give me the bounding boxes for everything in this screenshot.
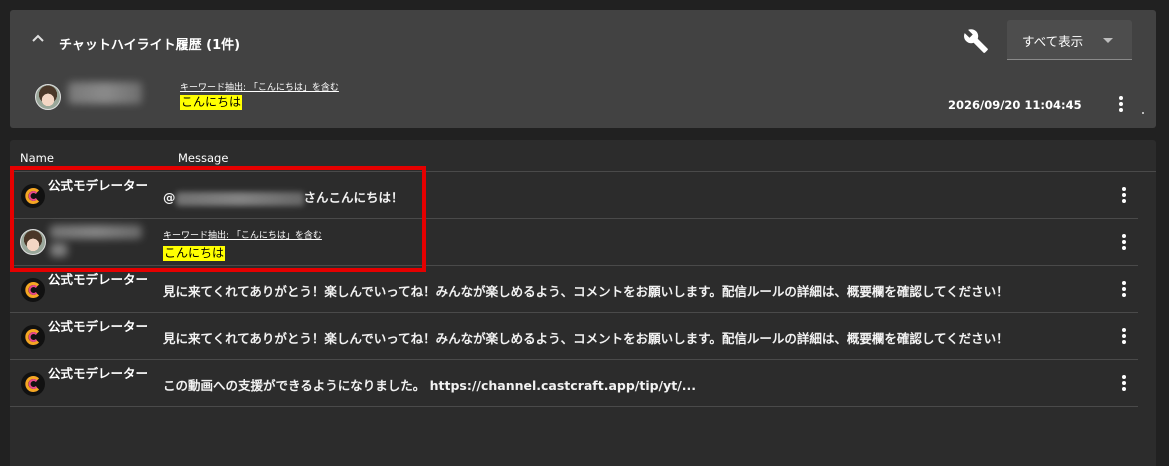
redacted-username bbox=[68, 82, 142, 104]
more-vert-icon[interactable] bbox=[1112, 96, 1130, 114]
moderator-name: 公式モデレーター bbox=[48, 272, 149, 287]
avatar bbox=[35, 84, 61, 110]
chat-message: 見に来てくれてありがとう！楽しんでいってね！みんなが楽しめるよう、コメントをお願… bbox=[163, 331, 1009, 346]
chat-row: 公式モデレーター この動画への支援ができるようになりました。 https://c… bbox=[10, 360, 1138, 407]
moderator-name: 公式モデレーター bbox=[48, 319, 149, 334]
show-all-select[interactable]: すべて表示 bbox=[1007, 20, 1132, 60]
annotation-highlight-box bbox=[10, 166, 426, 272]
highlight-header: チャットハイライト履歴 (1件) すべて表示 bbox=[10, 10, 1156, 72]
highlight-title: チャットハイライト履歴 (1件) bbox=[59, 38, 241, 53]
castcraft-avatar-icon bbox=[21, 325, 45, 349]
keyword-highlight-text: こんにちは bbox=[180, 95, 243, 110]
more-vert-icon[interactable] bbox=[1115, 187, 1133, 205]
castcraft-avatar-icon bbox=[21, 372, 45, 396]
highlight-history-panel: チャットハイライト履歴 (1件) すべて表示 キーワード抽出: 「こんにちは」を… bbox=[10, 10, 1156, 128]
column-message: Message bbox=[178, 151, 229, 165]
highlight-timestamp: 2026/09/20 11:04:45 bbox=[948, 98, 1082, 112]
chat-message: 見に来てくれてありがとう！楽しんでいってね！みんなが楽しめるよう、コメントをお願… bbox=[163, 284, 1009, 299]
chat-row: 公式モデレーター 見に来てくれてありがとう！楽しんでいってね！みんなが楽しめるよ… bbox=[10, 266, 1138, 313]
more-vert-icon[interactable] bbox=[1115, 234, 1133, 252]
chat-row: 公式モデレーター 見に来てくれてありがとう！楽しんでいってね！みんなが楽しめるよ… bbox=[10, 313, 1138, 360]
keyword-match-label: キーワード抽出: 「こんにちは」を含む bbox=[180, 83, 339, 93]
more-vert-icon[interactable] bbox=[1115, 375, 1133, 393]
wrench-icon[interactable] bbox=[963, 28, 989, 54]
chat-message: この動画への支援ができるようになりました。 https://channel.ca… bbox=[163, 378, 697, 393]
moderator-name: 公式モデレーター bbox=[48, 366, 149, 381]
chevron-up-icon[interactable] bbox=[30, 30, 46, 46]
show-all-label: すべて表示 bbox=[1022, 34, 1084, 49]
dropdown-arrow-icon bbox=[1103, 38, 1113, 43]
more-vert-icon[interactable] bbox=[1115, 281, 1133, 299]
castcraft-avatar-icon bbox=[21, 278, 45, 302]
highlight-entry: キーワード抽出: 「こんにちは」を含む こんにちは 2026/09/20 11:… bbox=[10, 72, 1156, 122]
column-name: Name bbox=[20, 151, 54, 165]
divider-dot bbox=[1142, 112, 1144, 114]
more-vert-icon[interactable] bbox=[1115, 328, 1133, 346]
